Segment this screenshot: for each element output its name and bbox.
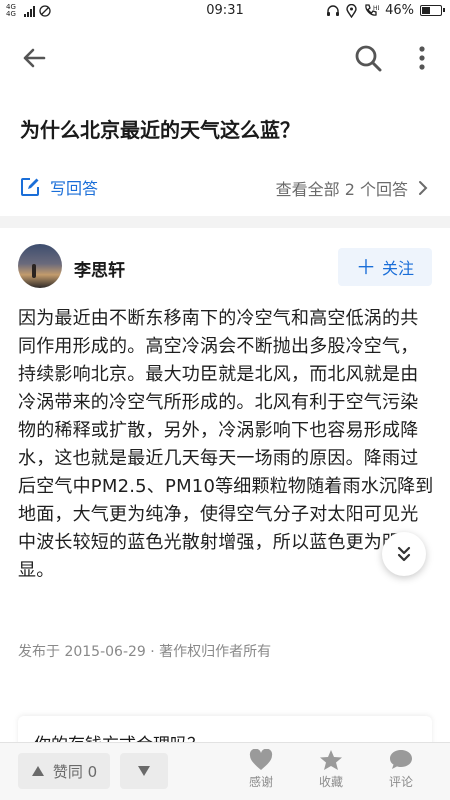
thanks-label: 感谢 — [248, 775, 273, 789]
double-chevron-down-icon — [397, 546, 411, 562]
view-all-answers-link[interactable]: 查看全部 2 个回答 — [276, 176, 428, 200]
heart-icon — [249, 749, 273, 770]
section-divider — [0, 216, 450, 228]
author-row: 李思轩 ＋ 关注 — [18, 244, 432, 290]
collect-button[interactable]: 收藏 — [303, 749, 359, 797]
status-right: HD 46% — [326, 3, 445, 18]
speech-bubble-icon — [390, 750, 412, 769]
scroll-down-button[interactable] — [382, 532, 426, 576]
vote-up-label: 赞同 0 — [52, 762, 98, 781]
edit-icon — [21, 178, 39, 196]
question-title[interactable]: 为什么北京最近的天气这么蓝？ — [20, 114, 420, 143]
avatar[interactable] — [18, 244, 62, 288]
triangle-up-icon — [31, 766, 44, 776]
call-icon: HD — [365, 3, 379, 16]
answer-content: 因为最近由不断东移南下的冷空气和高空低涡的共同作用形成的。高空冷涡会不断抛出多股… — [18, 308, 434, 581]
top-app-bar — [0, 28, 450, 88]
chevron-right-icon — [419, 181, 428, 195]
publish-meta: 发布于 2015-06-29 · 著作权归作者所有 — [18, 644, 272, 660]
write-answer-button[interactable]: 写回答 — [20, 175, 98, 199]
battery-icon — [420, 5, 445, 16]
search-icon[interactable] — [352, 42, 384, 74]
headset-icon — [327, 4, 340, 16]
follow-button[interactable]: ＋ 关注 — [338, 248, 432, 286]
triangle-down-icon — [138, 766, 150, 776]
vote-down-button[interactable] — [120, 753, 168, 789]
author-name[interactable]: 李思轩 — [74, 256, 125, 281]
comment-label: 评论 — [388, 775, 413, 789]
follow-label: 关注 — [381, 259, 414, 278]
view-all-label: 查看全部 2 个回答 — [275, 180, 408, 199]
star-icon — [320, 750, 342, 770]
more-vertical-icon[interactable] — [406, 42, 438, 74]
comment-button[interactable]: 评论 — [373, 749, 429, 797]
write-answer-label: 写回答 — [50, 179, 99, 198]
battery-fill — [422, 7, 430, 14]
location-icon — [346, 3, 357, 18]
collect-label: 收藏 — [318, 775, 343, 789]
bottom-action-bar: 赞同 0 感谢 收藏 评论 — [0, 742, 450, 800]
vote-up-button[interactable]: 赞同 0 — [18, 753, 110, 789]
thanks-button[interactable]: 感谢 — [233, 749, 289, 797]
arrow-left-icon[interactable] — [18, 42, 50, 74]
status-bar: 4G 4G 09:31 HD 46% — [0, 0, 450, 24]
battery-percent: 46% — [385, 3, 414, 18]
svg-text:HD: HD — [373, 5, 379, 12]
plus-icon: ＋ — [355, 255, 376, 279]
